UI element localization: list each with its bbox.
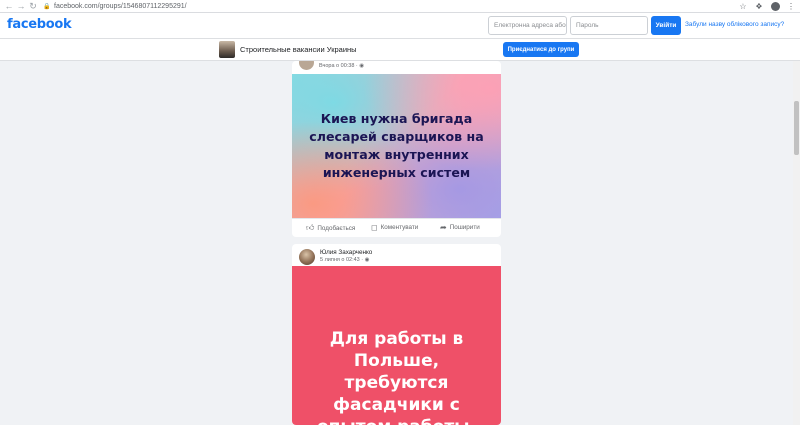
site-header: facebook Електронна адреса або Пароль Ув…	[0, 13, 800, 39]
login-button[interactable]: Увійти	[651, 16, 681, 35]
post-image-text: Киев нужна бригада слесарей сварщиков на…	[309, 111, 484, 180]
post-timestamp[interactable]: 5 липня о 02:43 · ◉	[320, 257, 369, 263]
like-label: Подобається	[317, 224, 356, 232]
post-card: Вчора о 00:38 · ◉ Киев нужна бригада сле…	[292, 61, 501, 237]
facebook-logo[interactable]: facebook	[7, 17, 72, 32]
like-button[interactable]: 👍︎ Подобається	[306, 223, 355, 233]
post-image[interactable]: Для работы в Польше, требуются фасадчики…	[292, 266, 501, 425]
post-card: Юлия Захарченко 5 липня о 02:43 · ◉ Для …	[292, 244, 501, 425]
url-text: facebook.com/groups/1546807112295291/	[54, 2, 187, 10]
email-field[interactable]: Електронна адреса або	[488, 16, 567, 35]
puzzle-icon[interactable]: ❖	[754, 1, 764, 11]
lock-icon: 🔒	[43, 3, 51, 10]
avatar[interactable]	[299, 249, 315, 265]
browser-actions: ☆ ❖ ⋮	[738, 1, 796, 11]
profile-avatar	[770, 1, 780, 11]
post-time-text: 5 липня о 02:43 ·	[320, 257, 365, 263]
share-icon: ➦	[440, 223, 447, 232]
browser-toolbar: ← → ↻ 🔒 facebook.com/groups/154680711229…	[0, 0, 800, 13]
comment-button[interactable]: ◻ Коментувати	[371, 223, 418, 232]
globe-icon: ◉	[359, 63, 365, 69]
group-name[interactable]: Строительные вакансии Украины	[240, 45, 357, 54]
post-timestamp[interactable]: Вчора о 00:38 · ◉	[319, 63, 364, 69]
post-actions-bar: 👍︎ Подобається ◻ Коментувати ➦ Поширити	[292, 218, 501, 236]
post-time-text: Вчора о 00:38 ·	[319, 63, 360, 69]
comment-icon: ◻	[371, 223, 378, 232]
avatar[interactable]	[299, 61, 314, 70]
star-icon[interactable]: ☆	[738, 1, 748, 11]
reload-icon[interactable]: ↻	[27, 0, 39, 12]
forgot-account-link[interactable]: Забули назву облікового запису?	[685, 21, 784, 28]
post-author-name[interactable]: Юлия Захарченко	[320, 249, 372, 256]
share-button[interactable]: ➦ Поширити	[440, 223, 480, 232]
back-icon[interactable]: ←	[3, 0, 15, 12]
address-bar[interactable]: 🔒 facebook.com/groups/1546807112295291/	[43, 1, 743, 12]
globe-icon: ◉	[364, 257, 370, 263]
comment-label: Коментувати	[380, 224, 419, 231]
password-field[interactable]: Пароль	[570, 16, 648, 35]
profile-icon[interactable]	[770, 1, 780, 11]
post-image-text: Для работы в Польше, требуются фасадчики…	[317, 329, 476, 425]
more-vertical-icon[interactable]: ⋮	[786, 1, 796, 11]
post-image[interactable]: Киев нужна бригада слесарей сварщиков на…	[292, 74, 501, 218]
thumbs-up-icon: 👍︎	[306, 223, 315, 232]
forward-icon[interactable]: →	[15, 0, 27, 12]
scrollbar-thumb[interactable]	[794, 101, 799, 155]
join-group-button[interactable]: Приєднатися до групи	[503, 42, 579, 57]
group-avatar[interactable]	[219, 41, 235, 58]
group-bar: Строительные вакансии Украины Приєднатис…	[0, 39, 800, 61]
share-label: Поширити	[449, 224, 480, 231]
